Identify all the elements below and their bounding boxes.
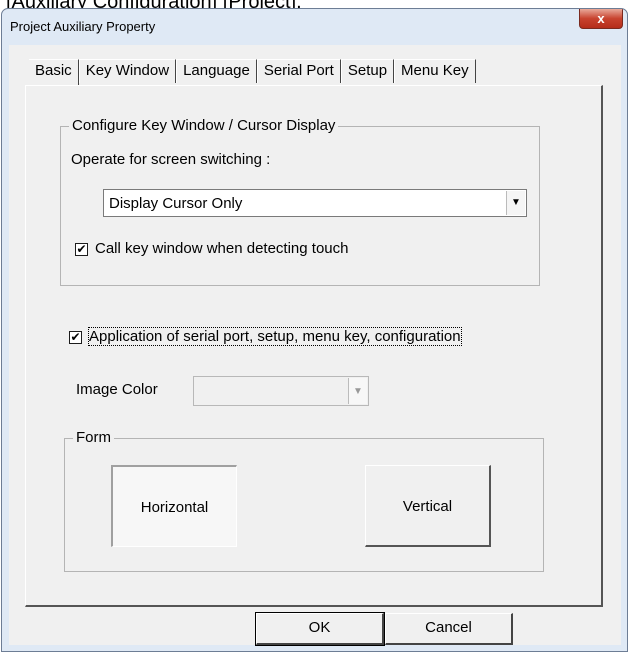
close-icon: x bbox=[597, 11, 605, 26]
key-window-groupbox: Configure Key Window / Cursor Display Op… bbox=[60, 117, 540, 286]
operate-label: Operate for screen switching : bbox=[71, 151, 271, 168]
form-groupbox: Form Horizontal Vertical bbox=[64, 429, 544, 572]
key-window-group-label: Configure Key Window / Cursor Display bbox=[69, 117, 339, 134]
tab-key-window[interactable]: Key Window bbox=[78, 59, 177, 83]
cancel-button[interactable]: Cancel bbox=[385, 613, 513, 645]
image-color-label: Image Color bbox=[76, 381, 158, 398]
call-key-label: Call key window when detecting touch bbox=[95, 240, 349, 257]
ok-button[interactable]: OK bbox=[255, 612, 385, 646]
serial-config-label: Application of serial port, setup, menu … bbox=[88, 327, 462, 346]
close-button[interactable]: x bbox=[579, 9, 623, 29]
tab-language[interactable]: Language bbox=[176, 59, 257, 83]
call-key-checkbox[interactable]: ✔ bbox=[75, 243, 88, 256]
horizontal-button[interactable]: Horizontal bbox=[111, 465, 237, 547]
tab-menu-key[interactable]: Menu Key bbox=[394, 59, 476, 83]
tab-serial-port[interactable]: Serial Port bbox=[256, 59, 341, 83]
dialog-client: Basic Key Window Language Serial Port Se… bbox=[9, 45, 621, 646]
dialog-window: Project Auxiliary Property x Basic Key W… bbox=[1, 8, 628, 652]
vertical-button[interactable]: Vertical bbox=[365, 465, 491, 547]
tab-basic[interactable]: Basic bbox=[29, 59, 79, 85]
serial-config-checkbox[interactable]: ✔ bbox=[69, 331, 82, 344]
form-group-label: Form bbox=[73, 429, 114, 446]
check-icon: ✔ bbox=[76, 242, 87, 256]
screen-switching-select[interactable]: Display Cursor Only ▼ bbox=[103, 189, 527, 217]
title-bar[interactable]: Project Auxiliary Property x bbox=[2, 9, 627, 45]
image-color-select[interactable]: ▼ bbox=[193, 376, 369, 406]
screen-switching-value: Display Cursor Only bbox=[109, 195, 243, 212]
chevron-down-icon[interactable]: ▼ bbox=[506, 191, 525, 215]
chevron-down-icon[interactable]: ▼ bbox=[348, 378, 367, 404]
tab-panel-basic: Configure Key Window / Cursor Display Op… bbox=[25, 85, 603, 607]
tab-setup[interactable]: Setup bbox=[340, 59, 395, 83]
tab-strip: Basic Key Window Language Serial Port Se… bbox=[29, 59, 476, 85]
window-title: Project Auxiliary Property bbox=[10, 19, 156, 34]
check-icon: ✔ bbox=[70, 330, 81, 344]
